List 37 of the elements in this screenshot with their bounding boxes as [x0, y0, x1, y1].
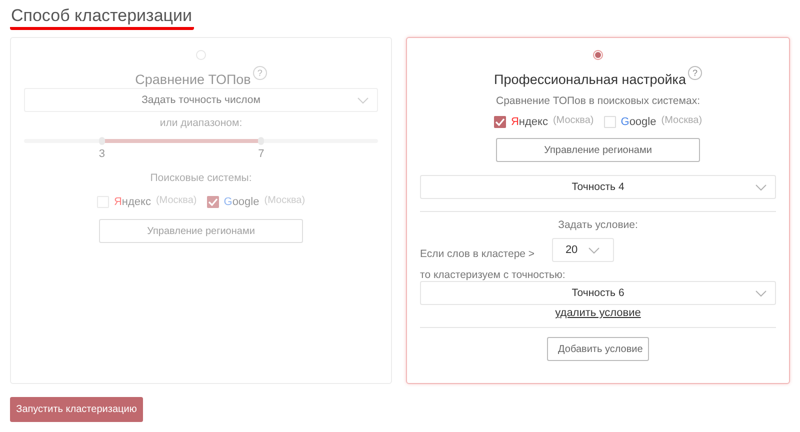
slider-thumb[interactable] [258, 137, 264, 145]
engine-name: Яндекс [510, 116, 548, 128]
panel-title: Профессиональная настройка [494, 72, 686, 87]
section-label: Сравнение ТОПов в поисковых системах: [496, 95, 700, 107]
panel-title: Сравнение ТОПов [135, 72, 251, 87]
method-panel[interactable] [406, 37, 790, 384]
page-title: Способ кластеризации [10, 6, 194, 30]
slider-value: 7 [258, 148, 264, 160]
dropdown-field[interactable]: Точность 6 [420, 281, 776, 305]
section-label: или диапазоном: [160, 117, 242, 129]
section-label: Поисковые системы: [150, 172, 252, 184]
condition-label: то кластеризуем с точностью: [420, 269, 566, 281]
engine-name: Google [224, 196, 260, 208]
chevron-down-icon [755, 184, 767, 191]
add-condition-button[interactable]: Добавить условие [547, 337, 649, 361]
radio-button[interactable] [593, 50, 603, 60]
delete-condition-link[interactable]: удалить условие [555, 307, 641, 319]
chevron-down-icon [357, 97, 369, 104]
regions-button[interactable]: Управление регионами [496, 138, 700, 162]
slider-value: 3 [98, 148, 105, 160]
dropdown-field[interactable]: Задать точность числом [24, 88, 378, 112]
dropdown-field[interactable]: Точность 4 [420, 175, 776, 199]
engine-name: Яндекс [114, 196, 151, 208]
checkbox[interactable] [206, 196, 219, 208]
checkbox[interactable] [494, 116, 506, 128]
chevron-down-icon [755, 290, 767, 297]
run-button[interactable]: Запустить кластеризацию [10, 397, 143, 422]
engine-name: Google [620, 116, 656, 128]
condition-label: Если слов в кластере > [420, 248, 535, 260]
region-label: (Москва) [661, 114, 702, 126]
chevron-down-icon [588, 246, 600, 254]
slider-thumb[interactable] [98, 137, 105, 145]
help-icon[interactable]: ? [688, 66, 702, 80]
region-label: (Москва) [552, 114, 594, 126]
range-slider[interactable] [24, 137, 378, 143]
section-label: Задать условие: [558, 219, 638, 231]
count-dropdown[interactable]: 20 [552, 238, 614, 262]
